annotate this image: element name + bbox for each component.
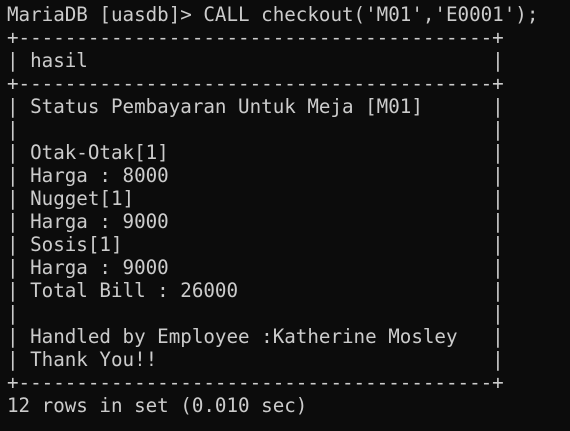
table-row: | Harga : 8000 |	[7, 164, 504, 187]
terminal-window[interactable]: MariaDB [uasdb]> CALL checkout('M01','E0…	[0, 0, 570, 431]
table-header: | hasil |	[7, 49, 504, 72]
table-border-bottom: +---------------------------------------…	[7, 371, 504, 394]
command-line: MariaDB [uasdb]> CALL checkout('M01','E0…	[7, 3, 539, 26]
result-summary: 12 rows in set (0.010 sec)	[7, 394, 308, 417]
table-row: | |	[7, 118, 504, 141]
table-row: | Nugget[1] |	[7, 187, 504, 210]
table-row: | Handled by Employee :Katherine Mosley …	[7, 325, 504, 348]
table-row: | Sosis[1] |	[7, 233, 504, 256]
table-border-header: +---------------------------------------…	[7, 72, 504, 95]
table-row: | Harga : 9000 |	[7, 210, 504, 233]
table-row: | |	[7, 302, 504, 325]
table-row: | Total Bill : 26000 |	[7, 279, 504, 302]
table-row: | Status Pembayaran Untuk Meja [M01] |	[7, 95, 504, 118]
table-row: | Otak-Otak[1] |	[7, 141, 504, 164]
table-row: | Harga : 9000 |	[7, 256, 504, 279]
table-row: | Thank You!! |	[7, 348, 504, 371]
table-border-top: +---------------------------------------…	[7, 26, 504, 49]
